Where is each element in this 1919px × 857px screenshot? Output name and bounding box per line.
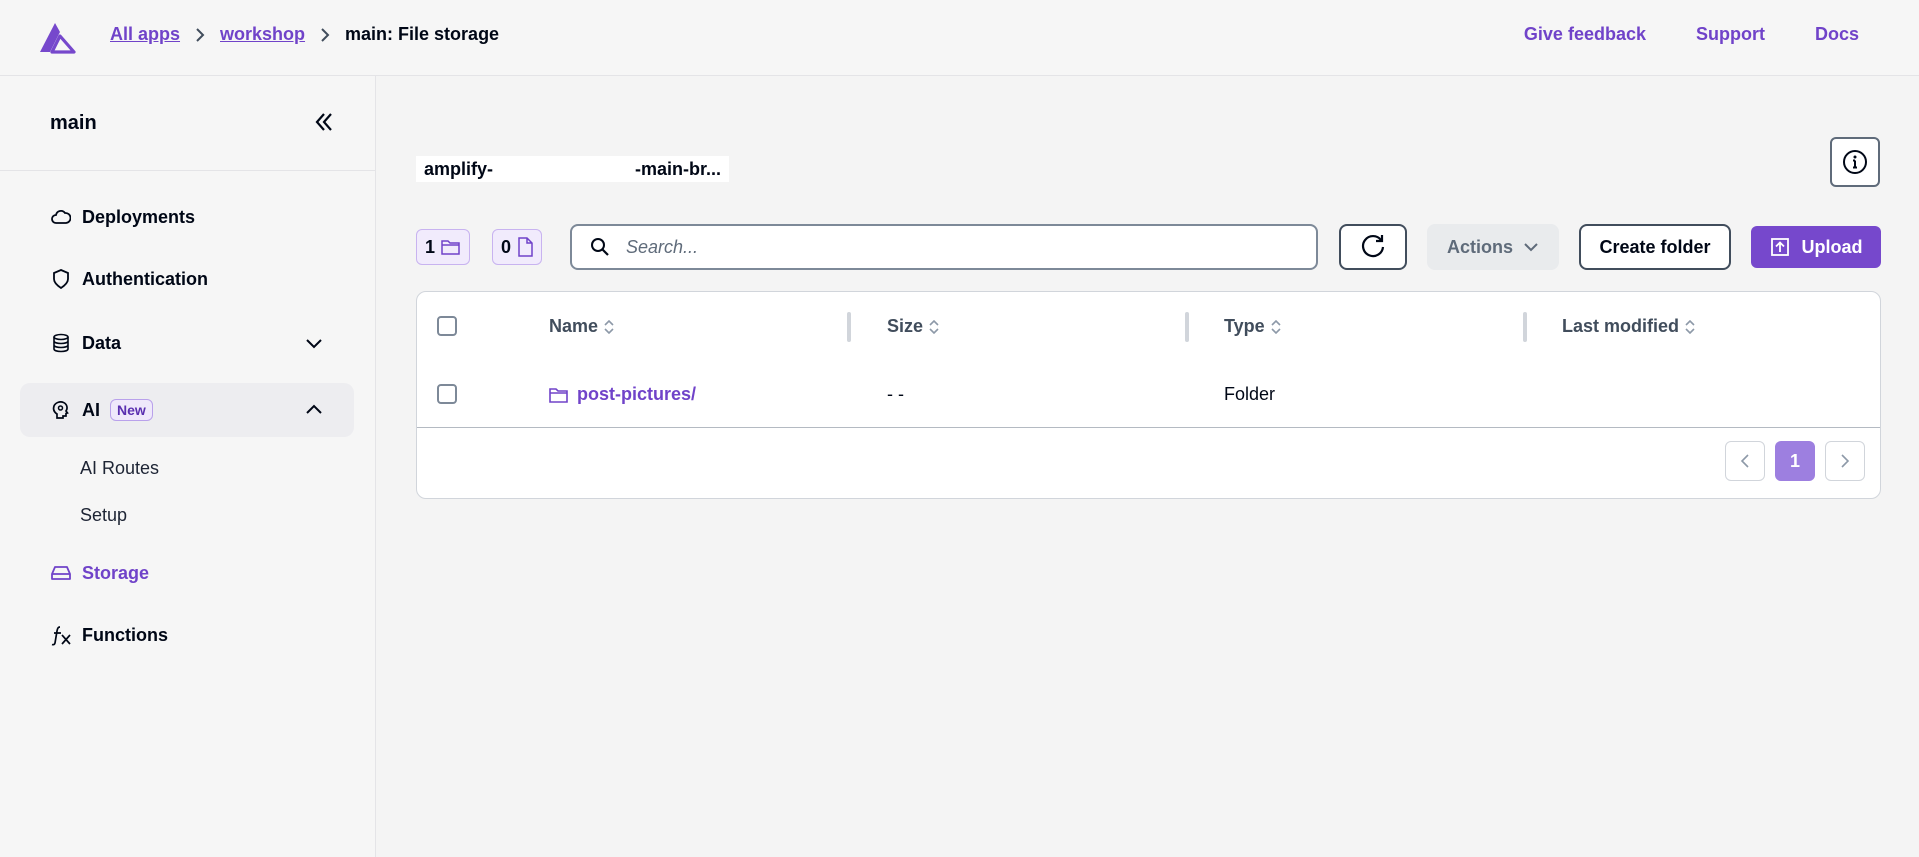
folder-count-badge: 1 xyxy=(416,229,471,265)
select-all-checkbox[interactable] xyxy=(437,316,457,336)
sidebar: main Deployments Authentication Data AI … xyxy=(0,76,376,857)
sidebar-item-label: Deployments xyxy=(82,206,196,227)
database-icon xyxy=(50,332,72,354)
sidebar-item-label: AI xyxy=(82,399,100,420)
chevron-right-icon xyxy=(180,27,220,43)
sort-icon xyxy=(929,319,939,334)
sidebar-item-data[interactable]: Data xyxy=(20,316,354,370)
breadcrumb: All apps workshop main: File storage xyxy=(110,24,499,45)
bucket-name: amplify- -main-br... xyxy=(416,156,730,182)
sidebar-item-label: Functions xyxy=(82,624,168,645)
type-cell: Folder xyxy=(1224,384,1276,404)
file-count: 0 xyxy=(501,236,512,257)
chevron-down-icon xyxy=(306,339,322,349)
chevron-up-icon xyxy=(306,404,322,414)
sidebar-item-ai[interactable]: AI New xyxy=(20,383,354,437)
breadcrumb-all-apps[interactable]: All apps xyxy=(110,24,180,45)
column-header-size[interactable]: Size xyxy=(887,316,939,337)
bucket-name-suffix: -main-br... xyxy=(635,158,722,179)
upload-label: Upload xyxy=(1801,236,1863,257)
cloud-icon xyxy=(50,206,72,228)
info-icon xyxy=(1843,150,1867,174)
page-1-button[interactable]: 1 xyxy=(1775,441,1815,481)
previous-page-button[interactable] xyxy=(1725,441,1765,481)
column-header-last-modified[interactable]: Last modified xyxy=(1562,316,1695,337)
folder-icon xyxy=(441,240,460,255)
sidebar-subitem-ai-routes[interactable]: AI Routes xyxy=(80,458,159,479)
chevron-right-icon xyxy=(1841,454,1850,468)
refresh-icon xyxy=(1361,234,1385,258)
file-icon xyxy=(518,237,533,257)
sidebar-item-authentication[interactable]: Authentication xyxy=(20,252,354,306)
support-link[interactable]: Support xyxy=(1696,24,1765,45)
column-header-type[interactable]: Type xyxy=(1224,316,1281,337)
size-cell: - - xyxy=(887,384,904,404)
next-page-button[interactable] xyxy=(1825,441,1865,481)
double-chevron-left-icon xyxy=(315,113,332,131)
sidebar-header: main xyxy=(0,76,375,171)
function-icon xyxy=(50,624,72,646)
give-feedback-link[interactable]: Give feedback xyxy=(1524,24,1646,45)
hard-drive-icon xyxy=(50,562,72,584)
new-badge: New xyxy=(110,399,153,421)
sidebar-item-storage[interactable]: Storage xyxy=(20,546,354,600)
actions-dropdown-button[interactable]: Actions xyxy=(1427,224,1559,270)
column-resizer[interactable] xyxy=(1185,312,1189,342)
file-table: Name Size Type Last modified post-pictur… xyxy=(416,291,1881,499)
file-count-badge: 0 xyxy=(492,229,543,265)
column-header-label: Last modified xyxy=(1562,316,1680,336)
actions-label: Actions xyxy=(1446,236,1513,257)
sort-icon xyxy=(1685,319,1695,334)
folder-name: post-pictures/ xyxy=(577,384,697,404)
sidebar-item-functions[interactable]: Functions xyxy=(20,608,354,662)
column-resizer[interactable] xyxy=(847,312,851,342)
amplify-logo-icon[interactable] xyxy=(38,20,76,54)
chevron-left-icon xyxy=(1740,454,1749,468)
info-button[interactable] xyxy=(1830,137,1880,187)
column-resizer[interactable] xyxy=(1523,312,1527,342)
breadcrumb-current: main: File storage xyxy=(345,24,500,44)
sidebar-item-label: Storage xyxy=(82,562,150,583)
create-folder-button[interactable]: Create folder xyxy=(1579,224,1731,270)
sidebar-subitem-setup[interactable]: Setup xyxy=(80,505,127,526)
branch-title: main xyxy=(50,112,97,134)
bucket-name-prefix: amplify- xyxy=(424,158,494,179)
column-header-label: Name xyxy=(549,316,599,336)
column-header-label: Type xyxy=(1224,316,1265,336)
table-header: Name Size Type Last modified xyxy=(417,292,1880,360)
sidebar-item-label: Authentication xyxy=(82,268,208,289)
folder-count: 1 xyxy=(425,236,436,257)
chevron-down-icon xyxy=(1524,243,1538,252)
collapse-sidebar-button[interactable] xyxy=(310,108,338,136)
docs-link[interactable]: Docs xyxy=(1815,24,1859,45)
sidebar-item-label: Data xyxy=(82,332,122,353)
column-header-label: Size xyxy=(887,316,924,336)
brain-bulb-icon xyxy=(50,399,72,421)
table-row: post-pictures/ - - Folder xyxy=(417,360,1880,428)
shield-icon xyxy=(50,268,72,290)
folder-name-link[interactable]: post-pictures/ xyxy=(549,384,696,405)
header-links: Give feedback Support Docs xyxy=(1524,24,1859,45)
breadcrumb-workshop[interactable]: workshop xyxy=(220,24,305,45)
upload-button[interactable]: Upload xyxy=(1751,226,1881,268)
column-header-name[interactable]: Name xyxy=(549,316,614,337)
row-checkbox[interactable] xyxy=(437,384,457,404)
search-input[interactable] xyxy=(626,236,1286,258)
top-header: All apps workshop main: File storage Giv… xyxy=(0,0,1919,76)
search-icon xyxy=(591,238,609,256)
sort-icon xyxy=(1271,319,1281,334)
sort-icon xyxy=(604,319,614,334)
folder-icon xyxy=(549,387,568,403)
sidebar-item-deployments[interactable]: Deployments xyxy=(20,190,354,244)
chevron-right-icon xyxy=(305,27,345,43)
refresh-button[interactable] xyxy=(1339,224,1407,270)
search-box[interactable] xyxy=(570,224,1318,270)
upload-icon xyxy=(1770,238,1789,256)
